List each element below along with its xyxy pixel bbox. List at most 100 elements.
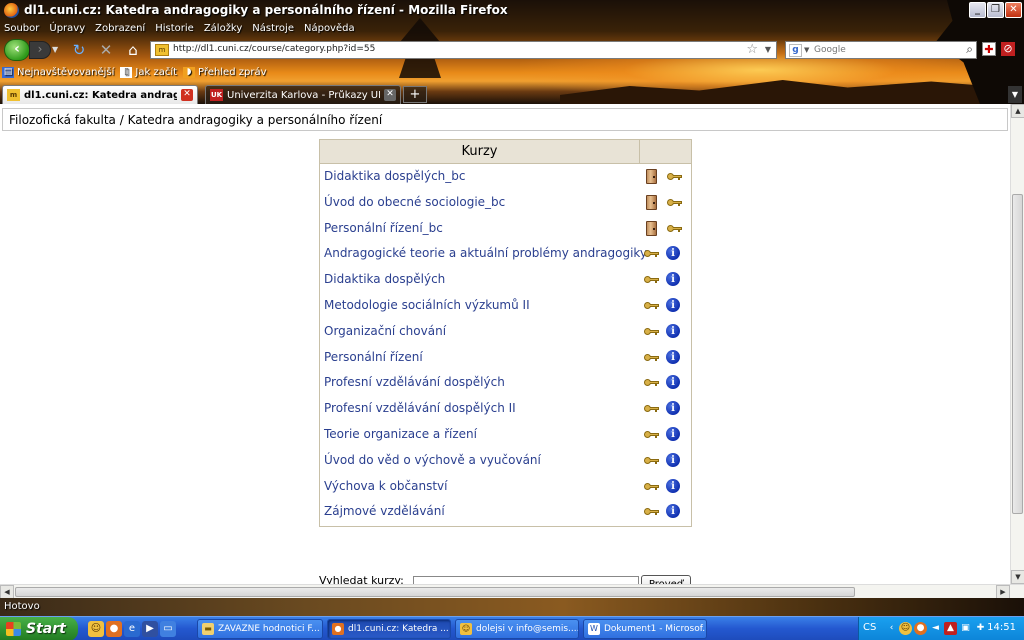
firefox-icon[interactable] [4,3,19,18]
tray-collapse-icon[interactable]: ‹ [885,622,898,635]
horizontal-scroll-thumb[interactable] [15,587,855,597]
google-icon[interactable]: g [789,44,802,57]
course-row: Teorie organizace a řízení i [320,422,691,448]
task-mail[interactable]: ☺ dolejsi v info@semis.... [455,619,579,639]
tray-security-icon[interactable]: ✚ [974,622,987,635]
tray-antivirus-icon[interactable]: ▲ [944,622,957,635]
tray-network-icon[interactable]: ▣ [959,622,972,635]
bookmark-star-icon[interactable]: ☆ [746,42,758,57]
vertical-scrollbar[interactable]: ▲ ▼ [1010,104,1024,584]
scroll-left-icon[interactable]: ◀ [0,585,14,599]
course-link[interactable]: Úvod do věd o výchově a vyučování [324,453,541,467]
new-tab-button[interactable]: + [403,86,427,103]
history-dropdown-icon[interactable]: ▼ [52,45,58,54]
quicklaunch-ie-icon[interactable]: e [124,621,140,637]
info-icon[interactable]: i [666,246,680,261]
course-link[interactable]: Didaktika dospělých_bc [324,169,466,183]
forward-button[interactable]: › [29,41,51,59]
home-icon[interactable]: ⌂ [124,41,142,59]
course-link[interactable]: Organizační chování [324,324,446,338]
info-icon[interactable]: i [666,375,680,390]
task-folder[interactable]: ▬ ZAVAZNE hodnotici F... [197,619,323,639]
search-engine-dropdown-icon[interactable]: ▼ [804,46,809,54]
info-icon[interactable]: i [666,452,680,467]
course-link[interactable]: Personální řízení_bc [324,221,443,235]
menu-soubor[interactable]: Soubor [4,21,39,37]
course-link[interactable]: Didaktika dospělých [324,272,445,286]
course-link[interactable]: Teorie organizace a řízení [324,427,477,441]
reload-icon[interactable]: ↻ [70,41,88,59]
quicklaunch-firefox-icon[interactable]: ● [106,621,122,637]
tray-firefox-icon[interactable]: ● [914,622,927,635]
search-courses-button[interactable]: Proveď [641,575,691,584]
url-bar[interactable]: m http://dl1.cuni.cz/course/category.php… [150,41,777,59]
tab-uk[interactable]: UK Univerzita Karlova - Průkazy UK ✕ [205,85,401,104]
menu-nastroje[interactable]: Nástroje [252,21,294,37]
tab-dl1[interactable]: m dl1.cuni.cz: Katedra andragogiky ... ✕ [2,85,198,104]
task-word[interactable]: W Dokument1 - Microsof... [583,619,707,639]
scroll-down-icon[interactable]: ▼ [1011,570,1024,584]
course-row: Didaktika dospělých_bc [320,164,691,190]
close-button[interactable]: ✕ [1005,2,1022,18]
menu-zalozky[interactable]: Záložky [204,21,242,37]
window-title: dl1.cuni.cz: Katedra andragogiky a perso… [24,3,508,17]
rss-icon: ◗ [183,67,196,78]
search-input[interactable] [814,43,954,57]
bookmark-news[interactable]: ◗ Přehled zpráv [183,63,267,82]
course-link[interactable]: Výchova k občanství [324,479,447,493]
bookmark-most-visited[interactable]: ▤ Nejnavštěvovanější [2,63,114,82]
info-icon[interactable]: i [666,504,680,519]
quicklaunch-media-icon[interactable]: ▶ [142,621,158,637]
course-link[interactable]: Profesní vzdělávání dospělých [324,375,505,389]
course-link[interactable]: Úvod do obecné sociologie_bc [324,195,505,209]
quicklaunch-mail-icon[interactable]: ☺ [88,621,104,637]
search-courses-input[interactable] [413,576,639,584]
stop-icon[interactable]: ✕ [97,41,115,59]
course-row: Úvod do obecné sociologie_bc [320,190,691,216]
info-icon[interactable]: i [666,426,680,441]
quicklaunch-desktop-icon[interactable]: ▭ [160,621,176,637]
course-link[interactable]: Andragogické teorie a aktuální problémy … [324,246,647,260]
url-text[interactable]: http://dl1.cuni.cz/course/category.php?i… [173,44,375,54]
bookmark-getting-started[interactable]: ▯ Jak začít [120,63,177,82]
start-button[interactable]: Start [0,617,78,640]
tab-label: dl1.cuni.cz: Katedra andragogiky ... [24,89,177,101]
menu-zobrazeni[interactable]: Zobrazení [95,21,145,37]
info-icon[interactable]: i [666,401,680,416]
menu-napoveda[interactable]: Nápověda [304,21,355,37]
extension-icon[interactable]: ✚ [982,42,996,56]
course-link[interactable]: Metodologie sociálních výzkumů II [324,298,530,312]
menu-historie[interactable]: Historie [155,21,194,37]
adblock-icon[interactable]: ⊘ [1001,42,1015,56]
info-icon[interactable]: i [666,478,680,493]
back-button[interactable]: ‹ [4,39,30,61]
scroll-up-icon[interactable]: ▲ [1011,104,1024,118]
horizontal-scrollbar[interactable]: ◀ ▶ [0,584,1024,599]
course-row: Andragogické teorie a aktuální problémy … [320,241,691,267]
info-icon[interactable]: i [666,349,680,364]
search-magnifier-icon[interactable]: ⌕ [966,42,973,57]
info-icon[interactable]: i [666,272,680,287]
tray-volume-icon[interactable]: ◄ [929,622,942,635]
search-bar[interactable]: g ▼ ⌕ [785,41,977,59]
info-icon[interactable]: i [666,297,680,312]
course-link[interactable]: Profesní vzdělávání dospělých II [324,401,516,415]
key-icon [643,350,659,365]
minimize-button[interactable]: _ [969,2,986,18]
tab-close-icon[interactable]: ✕ [384,89,396,101]
restore-button[interactable]: ❐ [987,2,1004,18]
vertical-scroll-thumb[interactable] [1012,194,1023,514]
bookmarks-toolbar: ▤ Nejnavštěvovanější ▯ Jak začít ◗ Přehl… [0,63,267,82]
tab-list-button[interactable]: ▼ [1008,86,1022,103]
scroll-right-icon[interactable]: ▶ [996,585,1010,599]
course-link[interactable]: Zájmové vzdělávání [324,504,445,518]
course-link[interactable]: Personální řízení [324,350,423,364]
tab-close-icon[interactable]: ✕ [181,89,193,101]
tray-mail-icon[interactable]: ☺ [899,622,912,635]
task-firefox[interactable]: ● dl1.cuni.cz: Katedra ... [327,619,451,639]
menu-upravy[interactable]: Úpravy [49,21,85,37]
guest-door-icon [646,220,657,236]
info-icon[interactable]: i [666,323,680,338]
language-indicator[interactable]: CS [863,622,876,633]
url-dropdown-icon[interactable]: ▼ [765,45,771,54]
